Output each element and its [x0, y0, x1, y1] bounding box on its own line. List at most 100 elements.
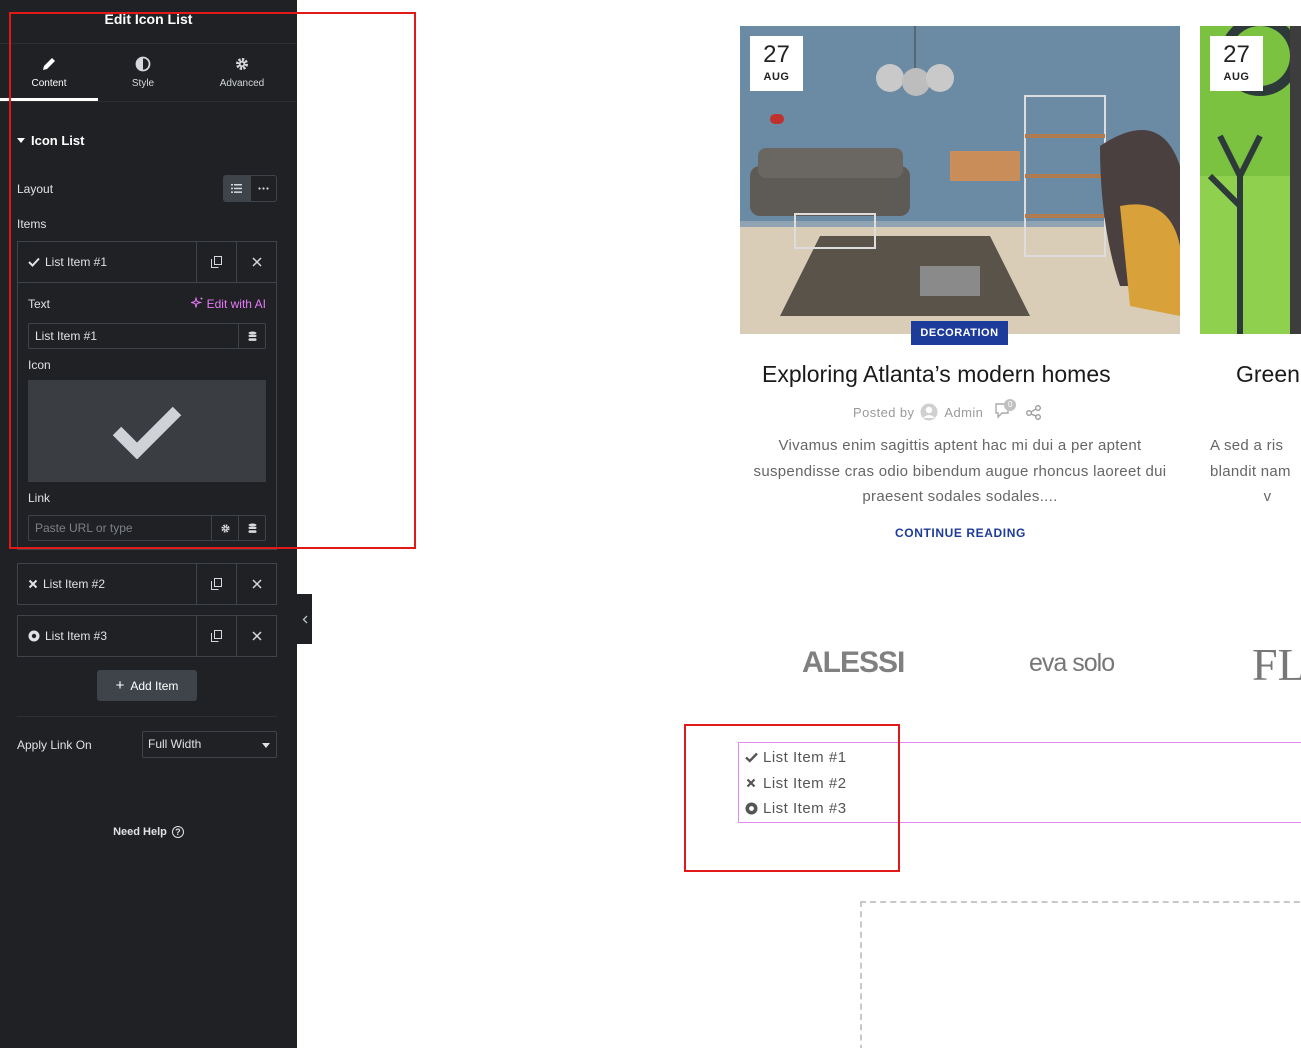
- icon-list-item: List Item #3: [739, 796, 847, 820]
- section-icon-list-toggle[interactable]: Icon List: [17, 133, 84, 148]
- layout-toggle: [223, 175, 277, 202]
- editor-panel: Edit Icon List Content Style Advanced Ic…: [0, 0, 297, 1048]
- link-dynamic-tags-button[interactable]: [238, 516, 265, 540]
- link-input[interactable]: Paste URL or type: [29, 516, 211, 540]
- link-options-button[interactable]: [211, 516, 238, 540]
- tab-content[interactable]: Content: [0, 44, 98, 101]
- ellipsis-icon: [258, 187, 269, 190]
- empty-section-placeholder[interactable]: [860, 901, 1301, 1048]
- icon-list-item: List Item #1: [739, 745, 847, 769]
- post-title[interactable]: Exploring Atlanta’s modern homes: [762, 361, 1111, 388]
- post-month: AUG: [763, 71, 790, 83]
- database-icon: [248, 523, 256, 533]
- chevron-left-icon: [302, 615, 307, 623]
- section-title: Icon List: [31, 133, 85, 148]
- duplicate-button[interactable]: [196, 616, 236, 656]
- dot-circle-icon: [745, 802, 757, 814]
- comment-count: 0: [1004, 399, 1017, 411]
- icon-list-widget[interactable]: List Item #1 List Item #2 List Item #3: [738, 742, 1301, 823]
- repeater-item-label: List Item #2: [43, 577, 106, 591]
- brand-logo-third: FL: [1252, 639, 1301, 690]
- text-input[interactable]: List Item #1: [29, 324, 238, 348]
- layout-default-button[interactable]: [224, 176, 250, 201]
- avatar-icon: [920, 403, 938, 421]
- add-item-button[interactable]: + Add Item: [97, 670, 197, 701]
- repeater-item-title[interactable]: List Item #3: [18, 616, 196, 656]
- tab-advanced[interactable]: Advanced: [188, 44, 296, 101]
- need-help-link[interactable]: Need Help?: [0, 826, 297, 838]
- duplicate-button[interactable]: [196, 564, 236, 604]
- gear-icon: [220, 523, 230, 533]
- post-date: 27 AUG: [750, 36, 803, 91]
- comments-link[interactable]: 0: [995, 399, 1019, 421]
- ai-sparkle-icon: [189, 296, 203, 309]
- post-day: 27: [1223, 41, 1250, 68]
- post-month: AUG: [1223, 71, 1250, 83]
- repeater-item-title[interactable]: List Item #2: [18, 564, 196, 604]
- tab-style[interactable]: Style: [98, 44, 188, 101]
- post-excerpt: A sed a ris blandit nam v: [1210, 437, 1291, 505]
- collapse-panel-button[interactable]: [297, 594, 312, 644]
- repeater-item-title[interactable]: List Item #1: [18, 242, 196, 282]
- dot-circle-icon: [28, 630, 40, 642]
- need-help-label: Need Help: [113, 826, 167, 838]
- living-room-image: [740, 26, 1180, 334]
- post-thumbnail[interactable]: 27 AUG: [740, 26, 1180, 334]
- tab-advanced-label: Advanced: [219, 78, 265, 89]
- brand-logo-alessi: ALESSI: [802, 646, 905, 679]
- remove-button[interactable]: [236, 242, 276, 282]
- gear-icon: [236, 58, 248, 70]
- remove-button[interactable]: [236, 564, 276, 604]
- copy-icon: [211, 578, 222, 590]
- repeater-item-label: List Item #1: [45, 255, 108, 269]
- apply-link-label: Apply Link On: [17, 738, 92, 752]
- tab-content-label: Content: [31, 78, 67, 89]
- layout-inline-button[interactable]: [249, 176, 277, 201]
- post-meta: Posted by Admin 0: [853, 399, 1043, 421]
- times-icon: [746, 778, 756, 788]
- post-thumbnail[interactable]: 27 AUG: [1200, 26, 1301, 334]
- repeater-item: List Item #2: [17, 563, 277, 605]
- copy-icon: [211, 256, 222, 268]
- repeater-item: List Item #3: [17, 615, 277, 657]
- dynamic-tags-button[interactable]: [238, 324, 265, 348]
- link-label: Link: [28, 491, 51, 505]
- link-field: Paste URL or type: [28, 515, 266, 541]
- brand-logo-eva-solo: eva solo: [1029, 649, 1115, 677]
- post-author[interactable]: Admin: [944, 405, 983, 420]
- divider: [17, 716, 277, 717]
- icon-label: Icon: [28, 358, 51, 372]
- share-icon[interactable]: [1025, 403, 1043, 421]
- icon-list-item-label: List Item #3: [763, 799, 847, 817]
- posted-by-label: Posted by: [853, 404, 915, 420]
- check-icon: [28, 257, 40, 267]
- tab-style-label: Style: [131, 78, 155, 89]
- repeater-item-editor: Text Edit with AI List Item #1 Icon Link…: [18, 282, 276, 549]
- copy-icon: [211, 630, 222, 642]
- icon-picker[interactable]: [28, 380, 266, 482]
- continue-reading-link[interactable]: CONTINUE READING: [895, 526, 1026, 540]
- post-excerpt: Vivamus enim sagittis aptent hac mi dui …: [753, 437, 1167, 505]
- close-icon: [251, 631, 262, 641]
- apply-link-select[interactable]: Full Width: [142, 731, 277, 758]
- category-badge[interactable]: DECORATION: [911, 321, 1008, 345]
- remove-button[interactable]: [236, 616, 276, 656]
- post-date: 27 AUG: [1210, 36, 1263, 91]
- panel-tabs: Content Style Advanced: [0, 44, 297, 102]
- caret-down-icon: [17, 138, 25, 143]
- close-icon: [251, 257, 262, 267]
- edit-with-ai-label: Edit with AI: [206, 297, 266, 311]
- apply-link-value: Full Width: [148, 737, 202, 751]
- text-field: List Item #1: [28, 323, 266, 349]
- close-icon: [251, 579, 262, 589]
- check-icon: [744, 752, 758, 763]
- post-title[interactable]: Green: [1236, 361, 1300, 388]
- duplicate-button[interactable]: [196, 242, 236, 282]
- pencil-icon: [43, 58, 55, 70]
- list-icon: [231, 184, 243, 193]
- add-item-label: Add Item: [130, 678, 179, 693]
- edit-with-ai-button[interactable]: Edit with AI: [189, 296, 266, 311]
- icon-list-item: List Item #2: [739, 771, 847, 795]
- chevron-down-icon: [262, 743, 270, 748]
- text-label: Text: [28, 297, 51, 311]
